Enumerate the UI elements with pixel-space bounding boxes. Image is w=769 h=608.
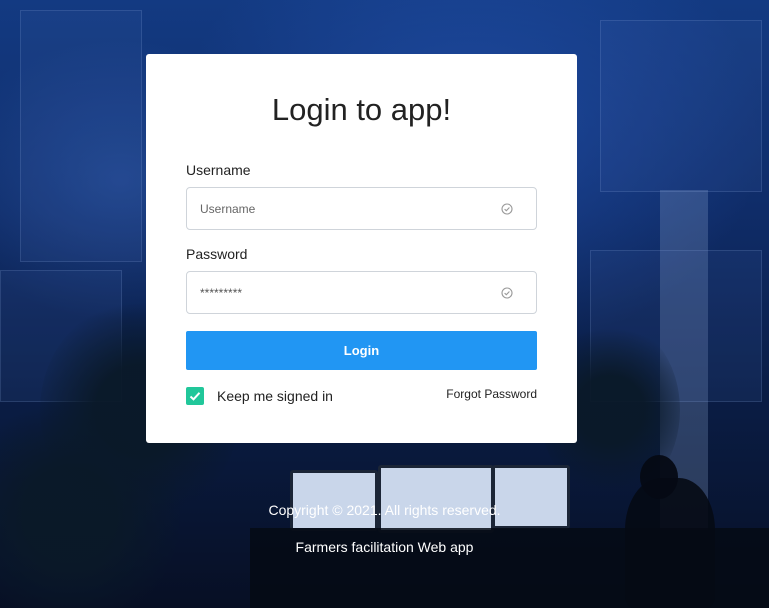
username-label: Username (186, 162, 251, 178)
username-field-wrapper (186, 187, 537, 230)
login-card: Login to app! Username Password Login Ke… (146, 54, 577, 443)
username-input[interactable] (200, 188, 500, 229)
copyright-text: Copyright © 2021. All rights reserved. (268, 502, 501, 518)
app-name-text: Farmers facilitation Web app (295, 539, 474, 555)
forgot-password-link[interactable]: Forgot Password (446, 387, 537, 401)
login-button[interactable]: Login (186, 331, 537, 370)
password-input[interactable] (200, 272, 500, 313)
keep-signed-in-label[interactable]: Keep me signed in (217, 388, 333, 404)
login-title: Login to app! (271, 92, 452, 127)
password-label: Password (186, 246, 248, 262)
check-circle-icon (501, 287, 513, 299)
keep-signed-in-checkbox[interactable] (186, 387, 204, 405)
password-field-wrapper (186, 271, 537, 314)
check-circle-icon (501, 203, 513, 215)
checkmark-icon (189, 392, 201, 401)
